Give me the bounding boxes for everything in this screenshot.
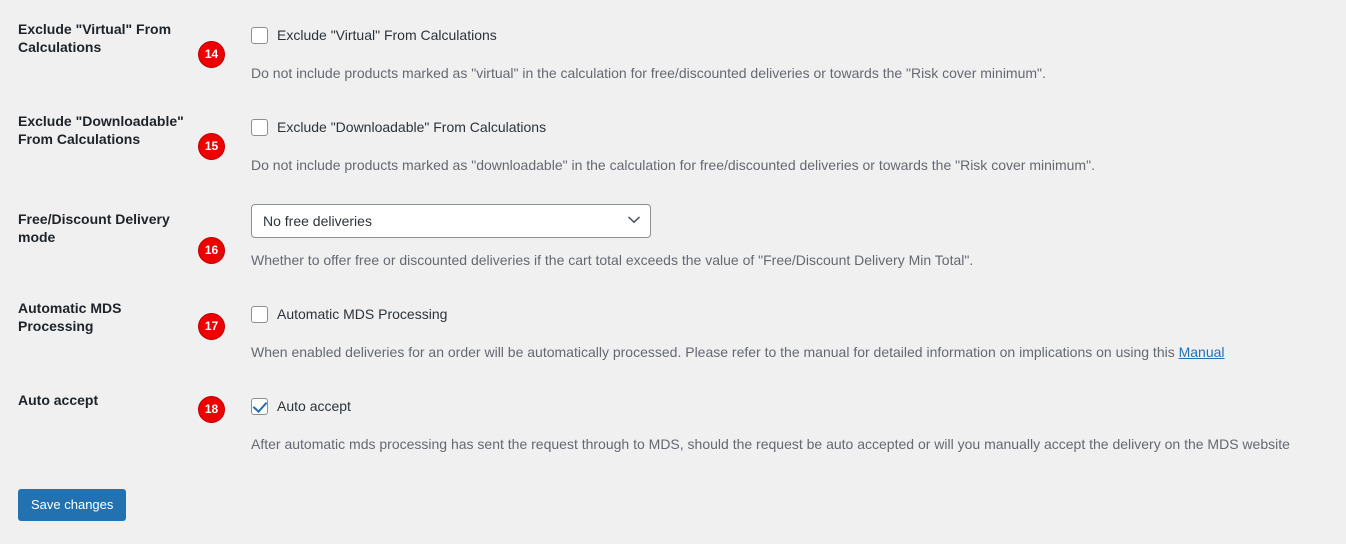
checkbox-box-exclude-downloadable[interactable] — [251, 118, 268, 136]
step-badge-14: 14 — [198, 41, 225, 68]
setting-label-exclude-downloadable: Exclude "Downloadable" From Calculations — [18, 113, 184, 147]
save-changes-button[interactable]: Save changes — [18, 489, 127, 521]
submit-area: Save changes — [18, 489, 127, 521]
checkbox-auto-accept[interactable]: Auto accept — [251, 396, 1331, 416]
checkbox-label-exclude-downloadable: Exclude "Downloadable" From Calculations — [277, 119, 547, 135]
checkbox-exclude-downloadable[interactable]: Exclude "Downloadable" From Calculations — [251, 117, 1331, 137]
setting-label-exclude-virtual: Exclude "Virtual" From Calculations — [18, 21, 172, 55]
setting-description-free-discount-delivery-mode: Whether to offer free or discounted deli… — [251, 252, 974, 268]
step-badge-18: 18 — [198, 396, 225, 423]
select-value-free-discount-delivery-mode[interactable]: No free deliveries — [251, 204, 651, 238]
setting-label-auto-accept: Auto accept — [18, 392, 99, 408]
setting-description-automatic-mds-processing: When enabled deliveries for an order wil… — [251, 343, 1331, 361]
checkbox-automatic-mds-processing[interactable]: Automatic MDS Processing — [251, 304, 1331, 324]
checkbox-box-auto-accept[interactable] — [251, 397, 268, 415]
checkbox-label-auto-accept: Auto accept — [277, 398, 351, 414]
setting-label-free-discount-delivery-mode: Free/Discount Delivery mode — [18, 211, 170, 245]
description-text-automatic-mds-processing: When enabled deliveries for an order wil… — [251, 344, 1179, 360]
checkbox-box-automatic-mds-processing[interactable] — [251, 305, 268, 323]
setting-field-exclude-virtual: Exclude "Virtual" From Calculations Do n… — [251, 25, 1331, 82]
setting-field-auto-accept: Auto accept After automatic mds processi… — [251, 396, 1331, 453]
step-badge-15: 15 — [198, 133, 225, 160]
setting-field-exclude-downloadable: Exclude "Downloadable" From Calculations… — [251, 117, 1331, 174]
checkbox-label-exclude-virtual: Exclude "Virtual" From Calculations — [277, 27, 497, 43]
checkbox-label-automatic-mds-processing: Automatic MDS Processing — [277, 306, 448, 322]
manual-link[interactable]: Manual — [1179, 344, 1225, 360]
setting-field-automatic-mds-processing: Automatic MDS Processing When enabled de… — [251, 304, 1331, 361]
step-badge-17: 17 — [198, 313, 225, 340]
checkbox-box-exclude-virtual[interactable] — [251, 26, 268, 44]
setting-label-automatic-mds-processing: Automatic MDS Processing — [18, 300, 122, 334]
step-badge-16: 16 — [198, 237, 225, 264]
setting-field-free-discount-delivery-mode: No free deliveries Whether to offer free… — [251, 204, 1331, 269]
setting-description-exclude-downloadable: Do not include products marked as "downl… — [251, 157, 1095, 173]
setting-description-exclude-virtual: Do not include products marked as "virtu… — [251, 65, 1046, 81]
checkbox-exclude-virtual[interactable]: Exclude "Virtual" From Calculations — [251, 25, 1331, 45]
setting-description-auto-accept: After automatic mds processing has sent … — [251, 436, 1290, 452]
select-free-discount-delivery-mode[interactable]: No free deliveries — [251, 204, 651, 238]
